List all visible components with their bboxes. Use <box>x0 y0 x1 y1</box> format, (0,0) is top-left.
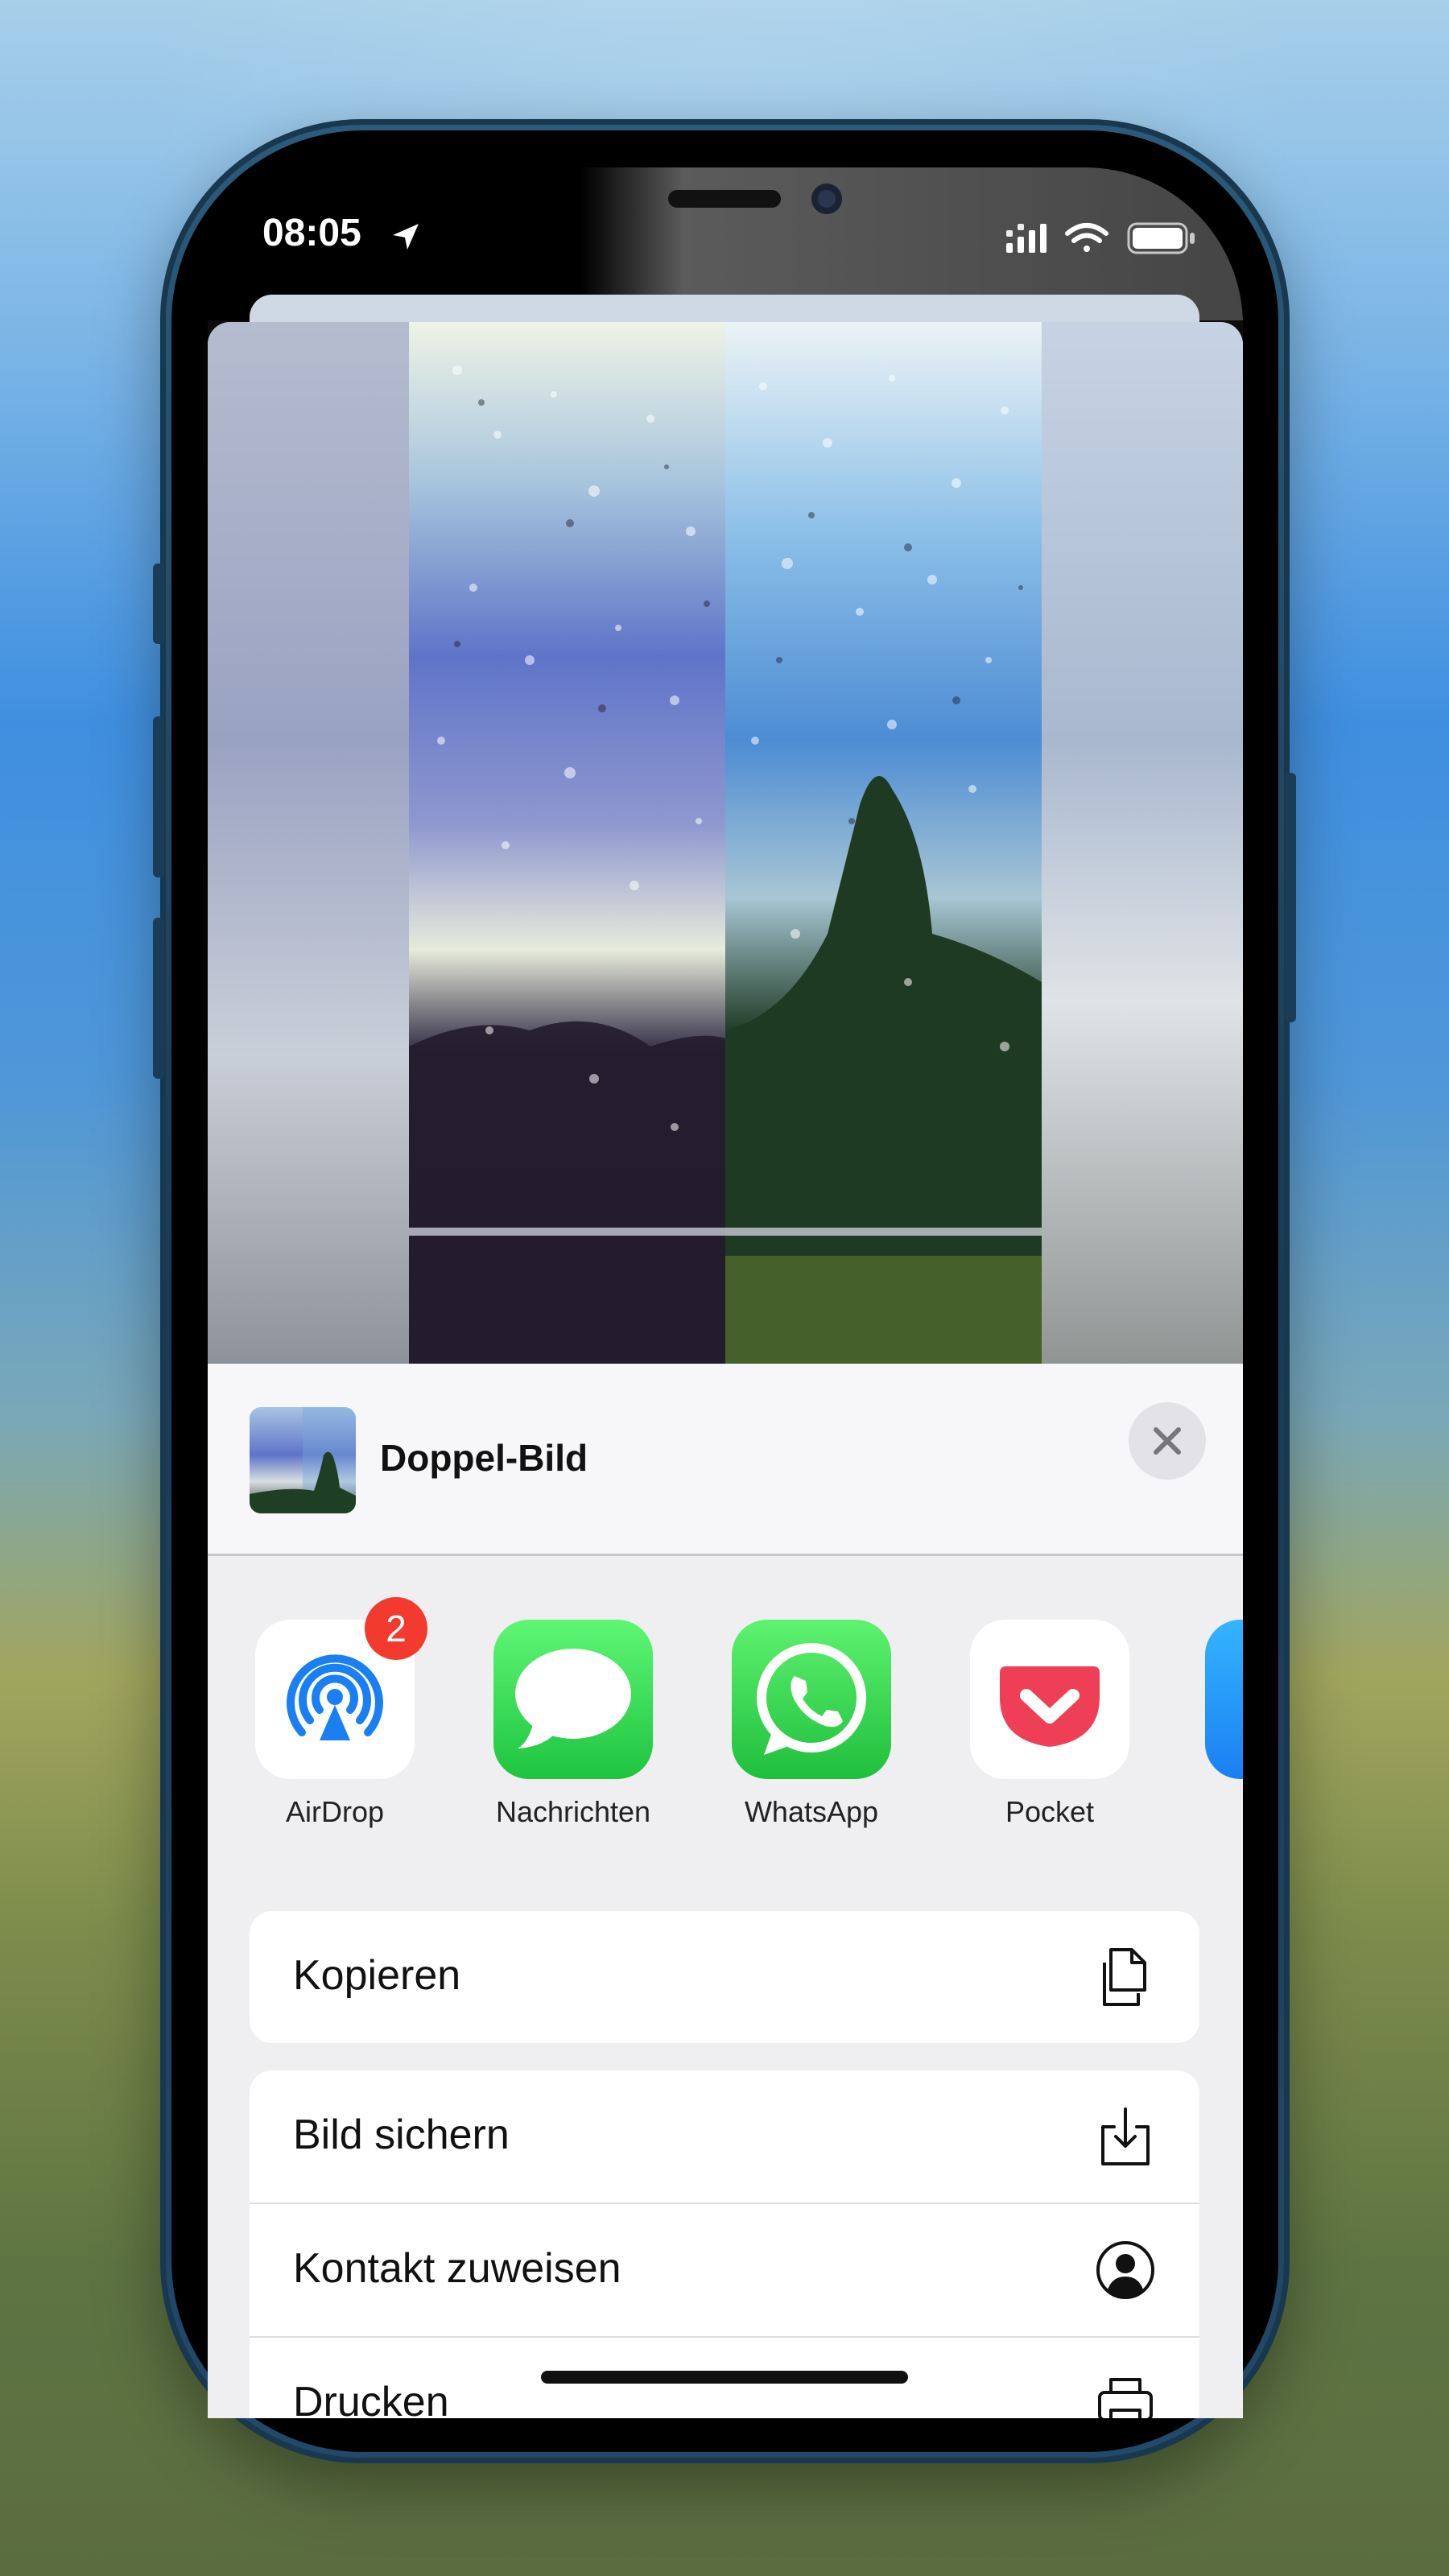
airdrop-icon: 2 <box>255 1597 427 1779</box>
app-label-messages: Nachrichten <box>495 1795 651 1828</box>
action-assign-contact[interactable]: Kontakt zuweisen <box>250 2204 1199 2338</box>
status-time: 08:05 <box>262 212 361 254</box>
action-label-print: Drucken <box>293 2379 449 2418</box>
pocket-glyph <box>1000 1666 1100 1747</box>
cellular-signal-icon <box>1006 224 1046 253</box>
speech-bubble-glyph <box>515 1649 631 1748</box>
copy-icon <box>1103 1948 1146 2006</box>
document-thumbnail <box>250 1407 356 1513</box>
action-group-main: Bild sichern Kontakt zuweisen Drucken <box>250 2070 1199 2418</box>
contact-icon <box>1096 2241 1154 2299</box>
action-group-copy: Kopieren <box>250 1911 1199 2043</box>
volume-up-button <box>153 716 164 877</box>
location-arrow-icon <box>393 224 419 250</box>
app-label-whatsapp: WhatsApp <box>744 1795 879 1828</box>
mail-icon <box>1205 1620 1243 1779</box>
app-messages[interactable]: Nachrichten <box>493 1620 654 1829</box>
airdrop-badge: 2 <box>365 1597 427 1660</box>
wifi-icon <box>1065 223 1108 252</box>
home-indicator[interactable] <box>541 2371 908 2384</box>
print-icon <box>1098 2378 1153 2418</box>
app-airdrop[interactable]: 2 AirDrop <box>254 1597 427 1829</box>
action-save-image[interactable]: Bild sichern <box>250 2070 1199 2204</box>
preview-blur-right <box>1042 322 1243 1368</box>
power-button <box>1285 773 1296 1022</box>
mute-switch <box>153 564 164 644</box>
preview-blur-left <box>208 322 409 1368</box>
close-button[interactable] <box>1129 1402 1206 1480</box>
app-pocket[interactable]: Pocket <box>969 1620 1130 1829</box>
action-label-assign-contact: Kontakt zuweisen <box>293 2245 621 2292</box>
front-camera <box>811 184 842 214</box>
messages-icon <box>493 1620 653 1779</box>
app-label-airdrop: AirDrop <box>285 1795 385 1828</box>
image-preview-card <box>208 322 1243 1368</box>
whatsapp-glyph <box>757 1643 866 1755</box>
app-label-pocket: Pocket <box>1005 1795 1095 1828</box>
app-mail-partial[interactable] <box>1204 1620 1243 1779</box>
share-sheet: Doppel-Bild 2 AirDrop Nachrichten WhatsA… <box>208 1364 1243 2418</box>
share-title: Doppel-Bild <box>380 1437 588 1479</box>
app-whatsapp[interactable]: WhatsApp <box>731 1620 892 1829</box>
pocket-icon <box>970 1620 1129 1779</box>
close-icon <box>1154 1427 1181 1455</box>
volume-down-button <box>153 918 164 1079</box>
action-label-save-image: Bild sichern <box>293 2112 510 2158</box>
whatsapp-icon <box>732 1620 891 1779</box>
save-image-icon <box>1101 2107 1150 2165</box>
battery-icon <box>1127 222 1195 254</box>
earpiece-speaker <box>668 190 781 208</box>
action-copy[interactable]: Kopieren <box>250 1911 1199 2043</box>
status-icons <box>1006 222 1195 254</box>
action-label-copy: Kopieren <box>293 1952 461 1999</box>
share-sheet-header: Doppel-Bild <box>208 1364 1243 1556</box>
double-image-photo <box>409 322 1042 1368</box>
